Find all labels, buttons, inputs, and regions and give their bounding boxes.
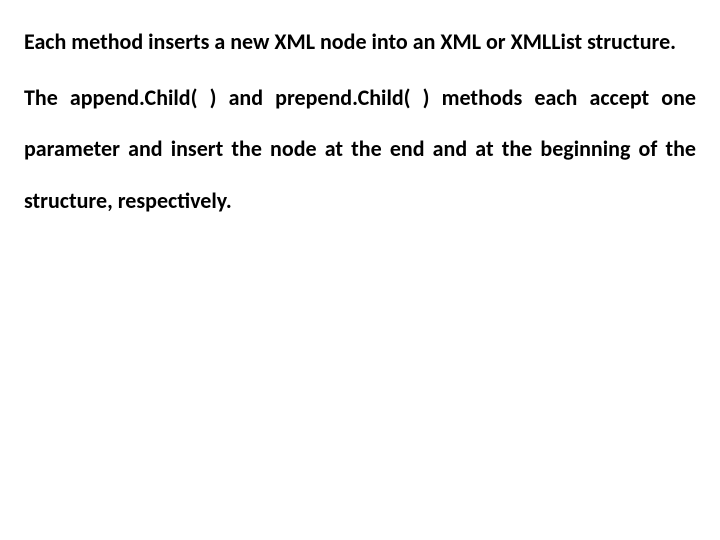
paragraph-1: Each method inserts a new XML node into … [24, 16, 696, 68]
paragraph-2: The append.Child( ) and prepend.Child( )… [24, 72, 696, 227]
document-page: Each method inserts a new XML node into … [0, 0, 720, 540]
